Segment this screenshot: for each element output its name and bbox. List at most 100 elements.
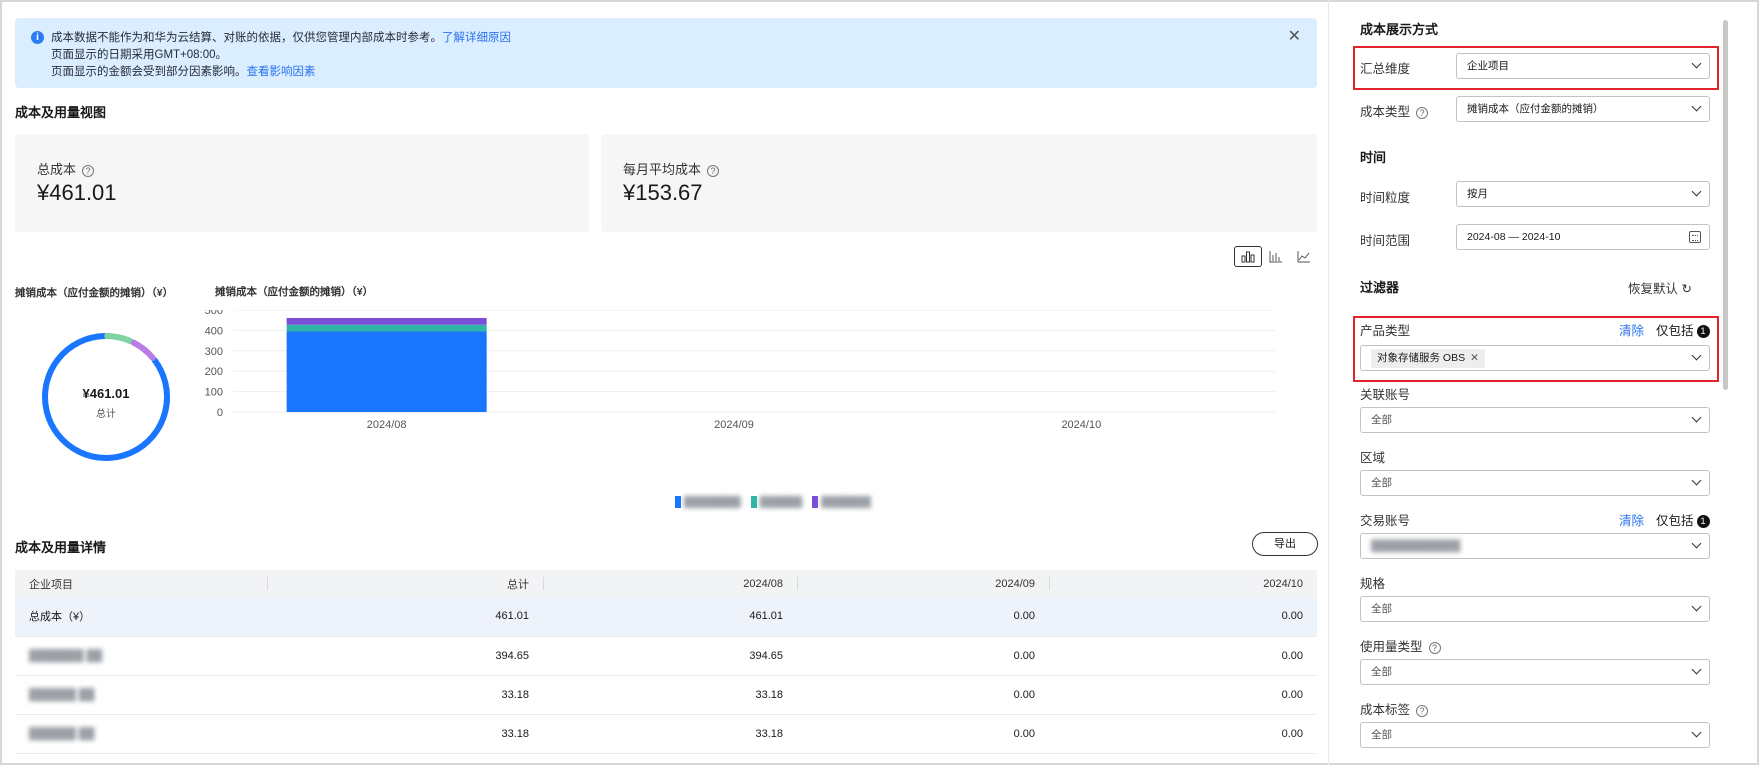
trade-account-select[interactable]: ████████████ — [1360, 533, 1710, 559]
cost-tag-value: 全部 — [1371, 729, 1392, 741]
reset-default-button[interactable]: 恢复默认 ↻ — [1628, 278, 1692, 297]
product-clear-link[interactable]: 清除 — [1619, 320, 1644, 339]
display-mode-title: 成本展示方式 — [1360, 22, 1439, 37]
cost-tag-label-wrap: 成本标签? — [1360, 699, 1429, 718]
table-row: 总成本（¥） 461.01 461.01 0.00 0.00 — [15, 597, 1317, 637]
line-chart-icon — [1297, 250, 1310, 262]
cost-type-label-wrap: 成本类型? — [1360, 101, 1429, 120]
bar-segment — [286, 331, 487, 412]
tag-close-icon[interactable]: ✕ — [1470, 352, 1479, 364]
help-icon[interactable]: ? — [707, 164, 720, 177]
linked-account-label: 关联账号 — [1360, 388, 1411, 402]
trade-clear-link[interactable]: 清除 — [1619, 510, 1644, 529]
cell-value: 0.00 — [1049, 597, 1317, 637]
column-header[interactable]: 2024/08 — [543, 570, 797, 597]
legend-item[interactable]: ██████ — [750, 496, 803, 508]
column-header[interactable]: 2024/10 — [1049, 570, 1317, 597]
help-icon[interactable]: ? — [1416, 704, 1429, 717]
donut-slice — [130, 339, 156, 361]
chevron-down-icon — [1691, 538, 1702, 549]
cost-tag-select[interactable]: 全部 — [1360, 722, 1710, 748]
details-title: 成本及用量详情 — [15, 540, 107, 555]
x-tick-label: 2024/08 — [367, 419, 407, 431]
y-tick-label: 400 — [205, 325, 223, 337]
time-range-label: 时间范围 — [1360, 234, 1411, 248]
column-header[interactable]: 企业项目 — [15, 570, 267, 597]
usage-type-label: 使用量类型 — [1360, 640, 1423, 654]
granularity-select[interactable]: 按月 — [1456, 181, 1710, 207]
table-row: ██████ ██ 33.18 33.18 0.00 0.00 — [15, 714, 1317, 754]
cost-type-label: 成本类型 — [1360, 105, 1411, 119]
line-chart-view-button[interactable] — [1290, 246, 1318, 267]
cell-value: 33.18 — [267, 714, 543, 754]
donut-slice — [104, 333, 135, 345]
chevron-down-icon — [1691, 186, 1702, 197]
info-icon: i — [31, 31, 44, 44]
table-row: ███████ ██ 394.65 394.65 0.00 0.00 — [15, 636, 1317, 676]
product-type-select[interactable]: 对象存储服务 OBS ✕ — [1360, 345, 1710, 371]
spec-select[interactable]: 全部 — [1360, 596, 1710, 622]
donut-title: 摊销成本（应付金额的摊销）（¥） — [15, 287, 174, 299]
chevron-down-icon — [1691, 101, 1702, 112]
chevron-down-icon — [1691, 727, 1702, 738]
column-chart-view-button[interactable] — [1262, 246, 1290, 267]
usage-type-select[interactable]: 全部 — [1360, 659, 1710, 685]
y-tick-label: 100 — [205, 387, 223, 399]
view-factors-link[interactable]: 查看影响因素 — [247, 66, 316, 78]
legend-item[interactable]: ███████ — [812, 496, 871, 508]
total-cost-value: ¥461.01 — [37, 180, 117, 205]
cost-tag-label: 成本标签 — [1360, 703, 1411, 717]
bar-chart-icon — [1241, 251, 1255, 262]
main-panel: i 成本数据不能作为和华为云结算、对账的依据，仅供您管理内部成本时参考。了解详细… — [15, 0, 1320, 765]
trade-account-value-redacted: ████████████ — [1371, 540, 1461, 552]
monthly-cost-card: 每月平均成本? ¥153.67 — [601, 134, 1317, 232]
close-icon[interactable]: ✕ — [1288, 28, 1301, 45]
linked-account-select[interactable]: 全部 — [1360, 407, 1710, 433]
sidebar-scrollbar[interactable] — [1723, 20, 1728, 390]
row-name-redacted: ██████ ██ — [15, 714, 267, 754]
table-row: ██████ ██ 33.18 33.18 0.00 0.00 — [15, 675, 1317, 715]
table-header-row: 企业项目 总计 2024/08 2024/09 2024/10 — [15, 570, 1317, 597]
help-icon[interactable]: ? — [1416, 106, 1429, 119]
help-icon[interactable]: ? — [82, 164, 95, 177]
y-tick-label: 0 — [217, 407, 223, 419]
product-type-label: 产品类型 — [1360, 324, 1411, 338]
legend-label-redacted: ██████ — [759, 496, 803, 508]
settings-sidebar: 成本展示方式 汇总维度 企业项目 成本类型? 摊销成本（应付金额的摊销） 时间 … — [1353, 0, 1735, 765]
chevron-down-icon — [1691, 350, 1702, 361]
spec-label: 规格 — [1360, 577, 1386, 591]
legend-item[interactable]: ████████ — [675, 496, 741, 508]
cell-value: 0.00 — [1049, 675, 1317, 715]
product-include-toggle[interactable]: 仅包括 1 — [1656, 320, 1710, 339]
count-badge: 1 — [1696, 515, 1710, 529]
time-range-picker[interactable]: 2024-08 — 2024-10 — [1456, 224, 1710, 250]
agg-dimension-select[interactable]: 企业项目 — [1456, 53, 1710, 79]
chart-view-toggle — [1234, 246, 1318, 267]
cost-type-value: 摊销成本（应付金额的摊销） — [1467, 103, 1604, 115]
learn-more-link[interactable]: 了解详细原因 — [442, 32, 511, 44]
bar-chart-view-button[interactable] — [1234, 246, 1262, 267]
count-badge: 1 — [1696, 325, 1710, 339]
column-header[interactable]: 2024/09 — [797, 570, 1049, 597]
chart-legend: ████████ ██████ ███████ — [675, 496, 871, 508]
trade-account-label: 交易账号 — [1360, 514, 1411, 528]
chevron-down-icon — [1691, 412, 1702, 423]
cost-detail-table: 企业项目 总计 2024/08 2024/09 2024/10 总成本（¥） 4… — [15, 570, 1317, 754]
help-icon[interactable]: ? — [1428, 641, 1441, 654]
region-select[interactable]: 全部 — [1360, 470, 1710, 496]
usage-type-label-wrap: 使用量类型? — [1360, 636, 1441, 655]
region-label: 区域 — [1360, 451, 1386, 465]
trade-include-toggle[interactable]: 仅包括 1 — [1656, 510, 1710, 529]
column-chart-icon — [1269, 250, 1282, 262]
cell-value: 0.00 — [797, 675, 1049, 715]
column-header[interactable]: 总计 — [267, 570, 543, 597]
time-title: 时间 — [1360, 150, 1387, 165]
granularity-label: 时间粒度 — [1360, 191, 1411, 205]
agg-dimension-label: 汇总维度 — [1360, 62, 1411, 76]
legend-label-redacted: ████████ — [684, 496, 741, 508]
bar-chart: 0 100 200 300 400 500 2024/08 2024/09 2024/10 — [205, 310, 1275, 431]
export-button[interactable]: 导出 — [1252, 532, 1318, 556]
reset-default-label: 恢复默认 — [1628, 282, 1679, 296]
cost-type-select[interactable]: 摊销成本（应付金额的摊销） — [1456, 96, 1710, 122]
usage-type-value: 全部 — [1371, 666, 1392, 678]
